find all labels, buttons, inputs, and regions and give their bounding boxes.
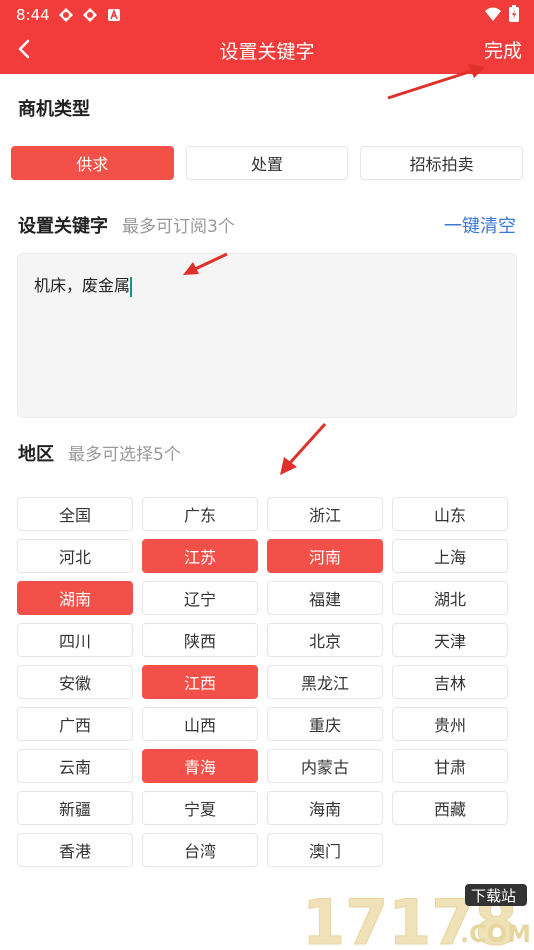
region-hint: 最多可选择5个 <box>68 445 181 465</box>
app-header: 8:44 设置关键字 完成 <box>0 0 534 74</box>
region-item[interactable]: 山西 <box>142 707 258 741</box>
region-item[interactable]: 四川 <box>17 623 133 657</box>
page-title: 设置关键字 <box>219 41 315 63</box>
region-item[interactable]: 内蒙古 <box>267 749 383 783</box>
region-item[interactable]: 辽宁 <box>142 581 258 615</box>
keywords-hint: 最多可订阅3个 <box>122 217 235 237</box>
region-item[interactable]: 江苏 <box>142 539 258 573</box>
region-grid: 全国 广东 浙江 山东河北 江苏 河南 上海湖南 辽宁 福建 湖北四川 陕西 北京 天津安徽 江西 黑龙江吉… <box>17 497 517 867</box>
region-item[interactable]: 澳门 <box>267 833 383 867</box>
region-item[interactable]: 山东 <box>392 497 508 531</box>
annotation-arrow <box>280 422 327 475</box>
status-time: 8:44 <box>16 6 50 24</box>
region-item[interactable]: 宁夏 <box>142 791 258 825</box>
site-watermark-logo: 17178 下载站 .COM <box>302 884 530 950</box>
region-item[interactable]: 福建 <box>267 581 383 615</box>
keywords-value: 机床，废金属 <box>34 276 131 295</box>
region-item[interactable]: 湖北 <box>392 581 508 615</box>
region-item[interactable]: 湖南 <box>17 581 133 615</box>
svg-text:.COM: .COM <box>460 920 530 948</box>
region-item[interactable]: 上海 <box>392 539 508 573</box>
region-item[interactable]: 贵州 <box>392 707 508 741</box>
region-item[interactable]: 新疆 <box>17 791 133 825</box>
status-icons <box>484 5 520 23</box>
region-item[interactable]: 天津 <box>392 623 508 657</box>
region-item[interactable]: 北京 <box>267 623 383 657</box>
a-notification-icon <box>107 8 120 21</box>
region-item[interactable]: 西藏 <box>392 791 508 825</box>
keywords-input[interactable]: 机床，废金属 <box>17 253 517 418</box>
type-option[interactable]: 招标拍卖 <box>360 146 524 180</box>
region-item[interactable]: 海南 <box>267 791 383 825</box>
business-type-title: 商机类型 <box>18 99 90 120</box>
keywords-title: 设置关键字 <box>18 216 108 237</box>
region-item[interactable]: 黑龙江 <box>267 665 383 699</box>
keywords-section-title: 设置关键字 最多可订阅3个 <box>18 212 235 238</box>
region-item[interactable]: 台湾 <box>142 833 258 867</box>
app-notification-icon <box>58 8 73 22</box>
wifi-icon <box>485 7 501 21</box>
app-notification-icon <box>82 8 97 22</box>
type-option[interactable]: 处置 <box>185 146 349 180</box>
region-item[interactable]: 河北 <box>17 539 133 573</box>
region-item[interactable]: 浙江 <box>267 497 383 531</box>
region-item[interactable]: 河南 <box>267 539 383 573</box>
clear-all-button[interactable]: 一键清空 <box>444 212 516 238</box>
region-item[interactable]: 江西 <box>142 665 258 699</box>
battery-icon <box>509 5 519 22</box>
region-item[interactable]: 安徽 <box>17 665 133 699</box>
business-type-options: 供求 处置 招标拍卖 <box>11 146 524 180</box>
region-section-title: 地区 最多可选择5个 <box>18 440 181 466</box>
region-item[interactable]: 广西 <box>17 707 133 741</box>
region-item[interactable]: 全国 <box>17 497 133 531</box>
type-option[interactable]: 供求 <box>11 146 174 180</box>
region-item[interactable]: 青海 <box>142 749 258 783</box>
region-item[interactable]: 陕西 <box>142 623 258 657</box>
region-item[interactable]: 重庆 <box>267 707 383 741</box>
region-title: 地区 <box>18 444 54 465</box>
done-button[interactable]: 完成 <box>484 36 522 63</box>
region-item[interactable]: 云南 <box>17 749 133 783</box>
nav-bar: 设置关键字 完成 <box>0 28 534 72</box>
region-item[interactable]: 吉林 <box>392 665 508 699</box>
svg-text:下载站: 下载站 <box>471 887 516 905</box>
text-caret <box>130 276 133 297</box>
region-item[interactable]: 甘肃 <box>392 749 508 783</box>
region-item[interactable]: 广东 <box>142 497 258 531</box>
region-item[interactable]: 香港 <box>17 833 133 867</box>
status-bar: 8:44 <box>16 4 122 26</box>
